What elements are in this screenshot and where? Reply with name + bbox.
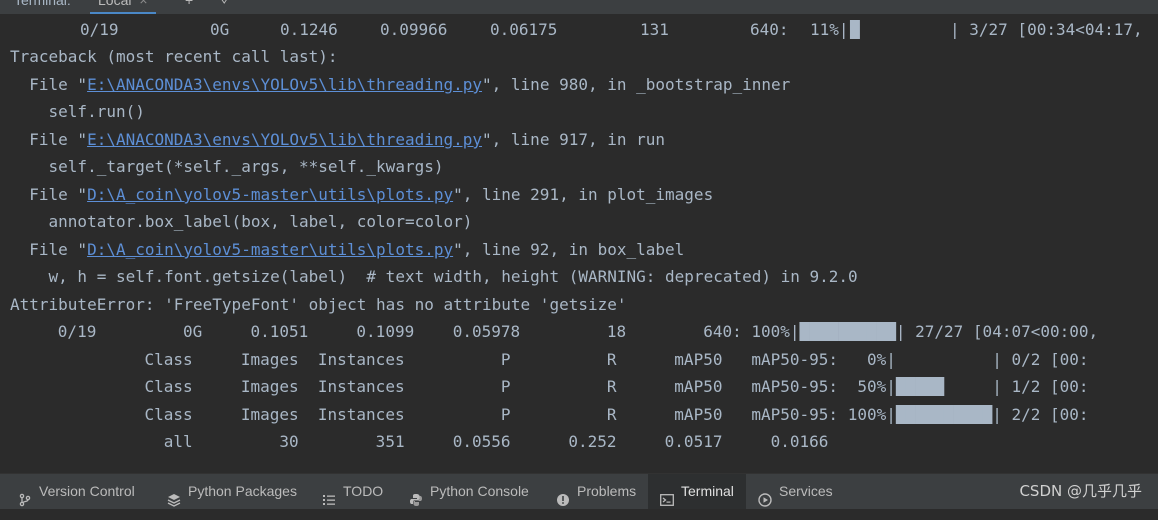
traceback-code-line: self._target(*self._args, **self._kwargs… [10,157,444,176]
progress-bar: █████ [895,377,993,396]
close-icon[interactable]: × [139,0,147,8]
validation-text: Class Images Instances P R mAP50 mAP50-9… [0,377,896,396]
tab-local-label: Local [98,0,132,8]
file-prefix: File " [10,240,88,259]
validation-line: Class Images Instances P R mAP50 mAP50-9… [0,348,1089,372]
tool-services[interactable]: Services [758,474,833,509]
gpu-mem: 0G [210,20,230,39]
file-prefix: File " [10,130,88,149]
layers-icon [167,485,181,507]
tool-python-packages[interactable]: Python Packages [167,474,297,509]
tool-label: Terminal [681,483,734,499]
progress-tail: | 3/27 [00:34<04:17, [950,20,1143,39]
tool-window-title: Terminal: [14,0,71,8]
results-line: all 30 351 0.0556 0.252 0.0517 0.0166 [0,432,829,451]
progress-bar: ██████████ [895,405,993,424]
file-suffix: ", line 917, in run [482,130,666,149]
validation-text: Class Images Instances P R mAP50 mAP50-9… [0,405,896,424]
training-progress-line: 0/19 0G 0.1051 0.1099 0.05978 18 640: 10… [0,320,1098,344]
terminal-output[interactable]: 0/19 0G 0.1246 0.09966 0.06175 131 640: 11%| █ |… [0,14,1158,473]
file-suffix: ", line 291, in plot_images [453,185,714,204]
box-loss: 0.1246 [280,20,338,39]
traceback-code-line: annotator.box_label(box, label, color=co… [10,212,473,231]
instances: 131 [640,20,669,39]
img-size: 640: [750,20,789,39]
epoch: 0/19 [80,20,119,39]
file-suffix: ", line 980, in _bootstrap_inner [482,75,791,94]
traceback-code-line: w, h = self.font.getsize(label) # text w… [10,267,858,286]
tool-label: TODO [343,483,384,499]
tool-python-console[interactable]: Python Console [409,474,529,509]
tool-terminal[interactable]: Terminal [648,474,746,509]
progress-tail: | 0/2 [00: [992,350,1089,369]
file-prefix: File " [10,75,88,94]
tool-label: Version Control [39,483,135,499]
validation-line: Class Images Instances P R mAP50 mAP50-9… [0,403,1089,427]
file-link[interactable]: E:\ANACONDA3\envs\YOLOv5\lib\threading.p… [87,130,482,149]
branch-icon [18,485,32,506]
terminal-icon [660,485,674,506]
traceback-file-line: File "E:\ANACONDA3\envs\YOLOv5\lib\threa… [10,73,790,97]
cls-loss: 0.06175 [490,20,558,39]
terminal-tab-strip: Terminal: Local × + ⌄ [0,0,1158,15]
traceback-file-line: File "D:\A_coin\yolov5-master\utils\plot… [10,238,684,262]
tool-label: Python Console [430,483,529,499]
csdn-watermark: CSDN @几乎几乎 [1019,482,1142,500]
list-icon [322,485,336,505]
progress-bar: █ [850,20,947,39]
progress-bar [896,350,992,369]
validation-text: Class Images Instances P R mAP50 mAP50-9… [0,350,896,369]
file-link[interactable]: E:\ANACONDA3\envs\YOLOv5\lib\threading.p… [87,75,482,94]
progress-percent: 11%| [810,20,849,39]
tool-label: Python Packages [188,483,297,499]
obj-loss: 0.09966 [380,20,448,39]
tool-window-bar: Version Control Python Packages TODO Pyt… [0,473,1158,509]
file-link[interactable]: D:\A_coin\yolov5-master\utils\plots.py [87,185,453,204]
tool-problems[interactable]: Problems [556,474,636,509]
progress-text: 0/19 0G 0.1051 0.1099 0.05978 18 640: 10… [0,322,800,341]
progress-tail: | 1/2 [00: [992,377,1089,396]
add-tab-icon[interactable]: + [185,0,193,8]
progress-bar: ██████████ [799,322,896,341]
play-circle-icon [758,485,772,507]
progress-tail: | 2/2 [00: [992,405,1089,424]
file-suffix: ", line 92, in box_label [453,240,685,259]
traceback-file-line: File "E:\ANACONDA3\envs\YOLOv5\lib\threa… [10,128,665,152]
chevron-down-icon[interactable]: ⌄ [220,0,228,6]
tool-label: Problems [577,483,637,499]
traceback-header: Traceback (most recent call last): [10,47,338,66]
tool-todo[interactable]: TODO [322,474,383,509]
validation-line: Class Images Instances P R mAP50 mAP50-9… [0,375,1089,399]
python-icon [409,485,423,506]
progress-tail: | 27/27 [04:07<00:00, [895,322,1099,341]
tool-version-control[interactable]: Version Control [18,474,135,509]
traceback-code-line: self.run() [10,102,145,121]
info-icon [556,485,570,506]
tool-label: Services [779,483,833,499]
error-message: AttributeError: 'FreeTypeFont' object ha… [10,295,627,314]
traceback-file-line: File "D:\A_coin\yolov5-master\utils\plot… [10,183,713,207]
file-link[interactable]: D:\A_coin\yolov5-master\utils\plots.py [87,240,453,259]
tab-local[interactable]: Local × [90,0,156,14]
file-prefix: File " [10,185,88,204]
